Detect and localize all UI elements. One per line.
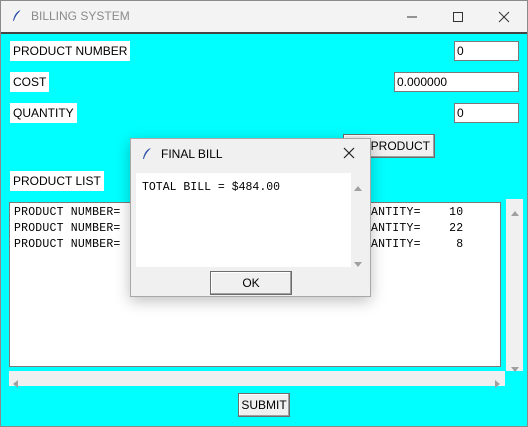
quantity-label: QUANTITY — [10, 103, 77, 123]
dialog-message-box[interactable]: TOTAL BILL = $484.00 — [136, 173, 351, 267]
dialog-title: FINAL BILL — [161, 147, 223, 161]
product-list-vertical-scrollbar[interactable] — [506, 199, 523, 372]
maximize-button[interactable] — [435, 1, 481, 32]
title-bar[interactable]: BILLING SYSTEM — [1, 1, 527, 32]
dialog-scrollbar[interactable] — [351, 173, 365, 267]
list-item-left-3: PRODUCT NUMBER= — [14, 238, 121, 251]
cost-label: COST — [10, 72, 50, 92]
list-item-right-1: ANTITY= 10 — [371, 206, 464, 219]
billing-window: BILLING SYSTEM PRODUCT NUMBER 0 COST 0.0… — [0, 0, 528, 427]
quantity-input[interactable]: 0 — [454, 103, 519, 123]
list-item-left-2: PRODUCT NUMBER= — [14, 222, 121, 235]
chevron-down-icon[interactable] — [354, 255, 362, 273]
submit-button[interactable]: SUBMIT — [238, 393, 290, 417]
chevron-right-icon[interactable] — [495, 375, 501, 393]
chevron-up-icon[interactable] — [354, 178, 362, 196]
feather-icon — [141, 147, 153, 166]
ok-button[interactable]: OK — [210, 271, 292, 295]
dialog-title-bar[interactable]: FINAL BILL — [131, 139, 370, 169]
list-item-left-1: PRODUCT NUMBER= — [14, 206, 121, 219]
product-list-label: PRODUCT LIST — [10, 171, 104, 191]
minimize-button[interactable] — [389, 1, 435, 32]
minimize-icon — [406, 11, 418, 23]
feather-icon — [11, 9, 23, 23]
cost-input[interactable]: 0.000000 — [394, 72, 519, 92]
dialog-message: TOTAL BILL = $484.00 — [142, 181, 281, 194]
product-number-label: PRODUCT NUMBER — [10, 41, 131, 61]
chevron-up-icon[interactable] — [511, 203, 519, 221]
chevron-left-icon[interactable] — [12, 375, 18, 393]
close-icon — [498, 11, 510, 23]
product-list-horizontal-scrollbar[interactable] — [9, 371, 505, 388]
maximize-icon — [452, 11, 464, 23]
window-title: BILLING SYSTEM — [31, 9, 130, 23]
list-item-right-3: ANTITY= 8 — [371, 238, 464, 251]
chevron-down-icon[interactable] — [511, 360, 519, 378]
close-icon[interactable] — [341, 145, 357, 166]
final-bill-dialog: FINAL BILL TOTAL BILL = $484.00 OK — [130, 138, 371, 297]
product-number-input[interactable]: 0 — [454, 41, 519, 61]
list-item-right-2: ANTITY= 22 — [371, 222, 464, 235]
close-button[interactable] — [481, 1, 527, 32]
